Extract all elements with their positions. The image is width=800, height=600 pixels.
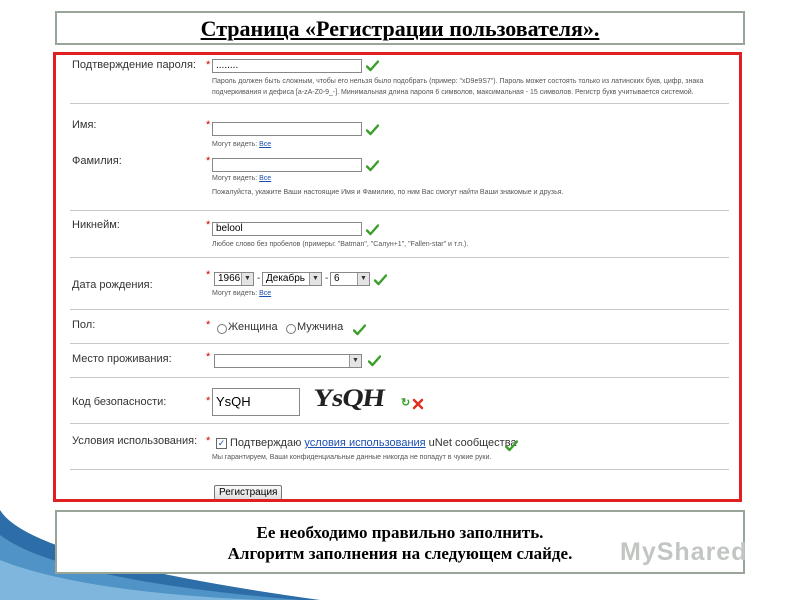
last-name-visibility: Могут видеть: Все: [212, 175, 271, 182]
terms-text: Подтверждаю условия использования uNet с…: [230, 437, 517, 449]
security-code-input[interactable]: YsQH: [212, 388, 300, 416]
password-confirm-input[interactable]: ........: [212, 59, 362, 73]
required-mark: *: [206, 59, 211, 71]
error-cross-icon: [412, 398, 424, 410]
last-name-label: Фамилия:: [72, 155, 122, 167]
visibility-text: Могут видеть:: [212, 141, 258, 148]
required-mark: *: [206, 155, 211, 167]
visibility-link[interactable]: Все: [259, 175, 271, 182]
chevron-down-icon: ▼: [241, 273, 253, 285]
terms-label: Условия использования:: [72, 435, 198, 447]
name-hint: Пожалуйста, укажите Ваши настоящие Имя и…: [212, 189, 564, 196]
chevron-down-icon: ▼: [309, 273, 321, 285]
gender-male-radio[interactable]: [286, 324, 296, 334]
registration-form-screenshot: Подтверждение пароля: * ........ Пароль …: [53, 52, 742, 502]
nickname-label: Никнейм:: [72, 219, 120, 231]
required-mark: *: [206, 395, 211, 407]
valid-check-icon: [374, 274, 387, 286]
password-hint-line2: подчеркивания и дефиса [a-zA-Z0-9_-]. Ми…: [212, 89, 694, 96]
required-mark: *: [206, 435, 211, 447]
valid-check-icon: [366, 224, 379, 236]
privacy-note: Мы гарантируем, Ваши конфиденциальные да…: [212, 454, 492, 461]
birth-year-select[interactable]: 1966 ▼: [214, 272, 254, 286]
required-mark: *: [206, 219, 211, 231]
visibility-link[interactable]: Все: [259, 290, 271, 297]
gender-female-label: Женщина: [228, 321, 278, 333]
row-divider: [70, 423, 729, 424]
birth-month-value: Декабрь: [266, 273, 305, 284]
last-name-input[interactable]: [212, 158, 362, 172]
nickname-hint: Любое слово без пробелов (примеры: "Batm…: [212, 241, 469, 248]
valid-check-icon: [366, 60, 379, 72]
terms-text-before: Подтверждаю: [230, 437, 305, 449]
terms-link[interactable]: условия использования: [304, 437, 425, 449]
watermark-logo: MyShared: [620, 538, 748, 566]
chevron-down-icon: ▼: [357, 273, 369, 285]
password-hint-line1: Пароль должен быть сложным, чтобы его не…: [212, 78, 704, 85]
valid-check-icon: [366, 160, 379, 172]
nickname-input[interactable]: belool: [212, 222, 362, 236]
row-divider: [70, 469, 729, 470]
password-confirm-label: Подтверждение пароля:: [72, 59, 196, 71]
row-divider: [70, 377, 729, 378]
date-separator: -: [325, 273, 329, 284]
first-name-input[interactable]: [212, 122, 362, 136]
valid-check-icon: [353, 324, 366, 336]
first-name-label: Имя:: [72, 119, 97, 131]
visibility-link[interactable]: Все: [259, 141, 271, 148]
terms-text-after: uNet сообщества: [425, 437, 517, 449]
required-mark: *: [206, 319, 211, 331]
row-divider: [70, 343, 729, 344]
birth-date-label: Дата рождения:: [72, 279, 153, 291]
gender-female-radio[interactable]: [217, 324, 227, 334]
valid-check-icon: [368, 355, 381, 367]
date-separator: -: [257, 273, 261, 284]
required-mark: *: [206, 351, 211, 363]
residence-label: Место проживания:: [72, 353, 172, 365]
birth-month-select[interactable]: Декабрь ▼: [262, 272, 322, 286]
row-divider: [70, 103, 729, 104]
birth-day-select[interactable]: 6 ▼: [330, 272, 370, 286]
security-code-label: Код безопасности:: [72, 396, 167, 408]
required-mark: *: [206, 119, 211, 131]
birth-date-visibility: Могут видеть: Все: [212, 290, 271, 297]
slide-title-box: Страница «Регистрации пользователя».: [55, 11, 745, 45]
gender-label: Пол:: [72, 319, 96, 331]
visibility-text: Могут видеть:: [212, 290, 258, 297]
residence-select[interactable]: ▼: [214, 354, 362, 368]
slide-title: Страница «Регистрации пользователя».: [200, 16, 600, 41]
birth-day-value: 6: [334, 273, 340, 284]
captcha-image: YsQH: [309, 383, 401, 415]
row-divider: [70, 309, 729, 310]
first-name-visibility: Могут видеть: Все: [212, 141, 271, 148]
required-mark: *: [206, 269, 211, 281]
row-divider: [70, 257, 729, 258]
refresh-captcha-icon[interactable]: ↻: [401, 396, 410, 409]
row-divider: [70, 210, 729, 211]
gender-male-label: Мужчина: [297, 321, 344, 333]
valid-check-icon: [505, 440, 518, 452]
valid-check-icon: [366, 124, 379, 136]
birth-year-value: 1966: [218, 273, 241, 284]
captcha-text: YsQH: [311, 384, 386, 413]
visibility-text: Могут видеть:: [212, 175, 258, 182]
terms-checkbox[interactable]: ✓: [216, 438, 227, 449]
chevron-down-icon: ▼: [349, 355, 361, 367]
